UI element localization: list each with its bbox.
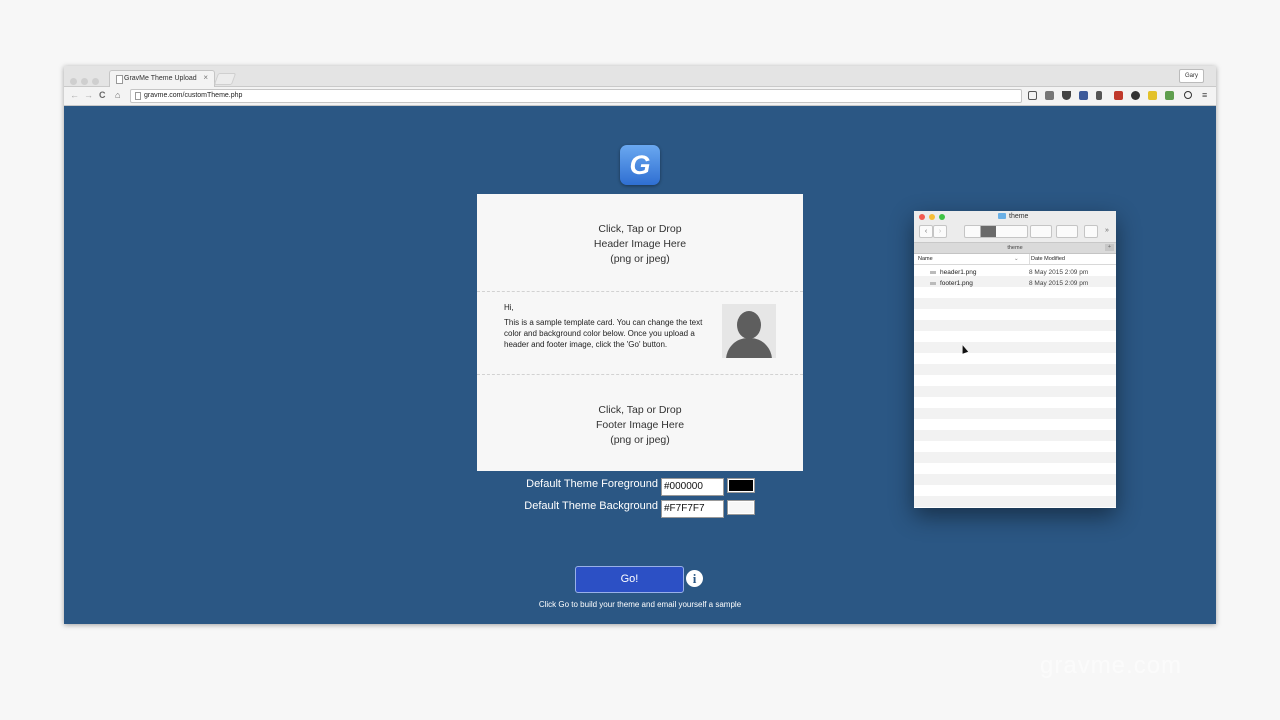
finder-file-list: header1.png 8 May 2015 2:09 pm footer1.p… xyxy=(914,265,1116,508)
footer-drop-zone[interactable]: Click, Tap or Drop Footer Image Here (pn… xyxy=(477,375,803,471)
finder-forward-button[interactable]: › xyxy=(933,225,947,238)
template-card: Click, Tap or Drop Header Image Here (pn… xyxy=(477,194,803,471)
finder-column-headers: Name ⌄ Date Modified xyxy=(914,254,1116,265)
template-body: Hi, This is a sample template card. You … xyxy=(477,292,803,375)
finder-arrange-button[interactable] xyxy=(1030,225,1052,238)
column-header-date-modified[interactable]: Date Modified xyxy=(1029,254,1065,264)
finder-view-switcher[interactable] xyxy=(964,225,1028,238)
finder-zoom-button[interactable] xyxy=(939,214,945,220)
foreground-label: Default Theme Foreground xyxy=(526,478,658,490)
background-color-swatch[interactable] xyxy=(727,500,755,515)
block-icon[interactable] xyxy=(1184,91,1192,99)
footer-drop-line-3: (png or jpeg) xyxy=(610,434,670,446)
gravme-logo: G xyxy=(620,145,660,185)
user-profile-button[interactable]: Gary xyxy=(1178,69,1204,83)
extension-yellow-icon[interactable] xyxy=(1148,91,1157,100)
footer-drop-line-2: Footer Image Here xyxy=(595,419,685,431)
close-window-button[interactable] xyxy=(70,78,77,85)
tab-gravme-theme-upload[interactable]: GravMe Theme Upload × xyxy=(109,70,215,87)
address-url: gravme.com/customTheme.php xyxy=(144,92,243,99)
finder-more-icon[interactable]: » xyxy=(1102,225,1112,236)
finder-share-button[interactable] xyxy=(1084,225,1098,238)
header-drop-line-1: Click, Tap or Drop xyxy=(598,223,682,235)
template-greeting: Hi, xyxy=(504,303,514,312)
foreground-color-input[interactable] xyxy=(661,478,724,496)
background-color-input[interactable] xyxy=(661,500,724,518)
header-drop-line-2: Header Image Here xyxy=(593,238,687,250)
go-button[interactable]: Go! xyxy=(575,566,684,593)
finder-action-gear-icon[interactable] xyxy=(1056,225,1078,238)
finder-minimize-button[interactable] xyxy=(929,214,935,220)
finder-titlebar: theme ‹ › » xyxy=(914,211,1116,243)
template-message: This is a sample template card. You can … xyxy=(504,318,703,349)
extension-green-icon[interactable] xyxy=(1165,91,1174,100)
file-name: footer1.png xyxy=(940,280,973,287)
go-hint-text: Click Go to build your theme and email y… xyxy=(538,600,742,609)
page-icon xyxy=(135,92,141,100)
reload-icon[interactable]: C xyxy=(99,90,106,101)
settings-gear-icon[interactable] xyxy=(1131,91,1140,100)
page-content: G Click, Tap or Drop Header Image Here (… xyxy=(64,106,1216,624)
finder-close-button[interactable] xyxy=(919,214,925,220)
header-drop-zone[interactable]: Click, Tap or Drop Header Image Here (pn… xyxy=(477,194,803,292)
finder-add-tab-button[interactable]: + xyxy=(1105,244,1114,251)
avatar-placeholder xyxy=(722,304,776,358)
minimize-window-button[interactable] xyxy=(81,78,88,85)
footer-drop-line-1: Click, Tap or Drop xyxy=(598,404,682,416)
pocket-icon[interactable] xyxy=(1062,91,1071,100)
forward-icon[interactable]: → xyxy=(84,90,93,101)
header-drop-line-3: (png or jpeg) xyxy=(610,253,670,265)
tab-title: GravMe Theme Upload xyxy=(124,75,197,82)
watermark-text: gravme.com xyxy=(1040,652,1183,679)
info-icon[interactable]: i xyxy=(686,570,703,587)
bookmark-icon[interactable] xyxy=(1096,91,1102,100)
file-name: header1.png xyxy=(940,269,977,276)
menu-icon[interactable]: ≡ xyxy=(1202,90,1207,101)
finder-path-bar: theme + xyxy=(914,243,1116,254)
page-icon xyxy=(116,75,123,84)
browser-window: GravMe Theme Upload × Gary ← → C ⌂ gravm… xyxy=(64,66,1216,624)
finder-title: theme xyxy=(998,213,1028,220)
avatar-head-icon xyxy=(737,311,761,339)
finder-path-label: theme xyxy=(1007,245,1023,251)
avatar-shoulders-icon xyxy=(726,338,772,358)
foreground-color-swatch[interactable] xyxy=(727,478,755,493)
column-header-name[interactable]: Name xyxy=(918,254,933,264)
column-sort-icon[interactable]: ⌄ xyxy=(1014,254,1019,264)
zoom-window-button[interactable] xyxy=(92,78,99,85)
cast-icon[interactable] xyxy=(1028,91,1037,100)
tab-bar: GravMe Theme Upload × Gary xyxy=(64,66,1216,87)
png-file-icon xyxy=(930,282,936,285)
address-bar[interactable]: gravme.com/customTheme.php xyxy=(130,89,1022,103)
print-icon[interactable] xyxy=(1045,91,1054,100)
foreground-swatch-fill xyxy=(729,480,753,491)
background-label: Default Theme Background xyxy=(524,500,658,512)
file-date: 8 May 2015 2:09 pm xyxy=(1029,269,1089,276)
file-row[interactable]: header1.png 8 May 2015 2:09 pm xyxy=(914,267,1116,278)
navigation-bar: ← → C ⌂ gravme.com/customTheme.php ≡ xyxy=(64,87,1216,106)
file-row[interactable]: footer1.png 8 May 2015 2:09 pm xyxy=(914,278,1116,289)
finder-window: theme ‹ › » theme + Name ⌄ Date Modified xyxy=(914,211,1116,508)
tab-close-icon[interactable]: × xyxy=(203,73,208,82)
extension-icon[interactable] xyxy=(1079,91,1088,100)
home-icon[interactable]: ⌂ xyxy=(115,90,120,101)
back-icon[interactable]: ← xyxy=(70,90,79,101)
file-date: 8 May 2015 2:09 pm xyxy=(1029,280,1089,287)
folder-icon xyxy=(998,213,1006,219)
background-swatch-fill xyxy=(729,502,753,513)
finder-back-button[interactable]: ‹ xyxy=(919,225,933,238)
png-file-icon xyxy=(930,271,936,274)
new-tab-button[interactable] xyxy=(213,73,237,85)
extension-red-icon[interactable] xyxy=(1114,91,1123,100)
